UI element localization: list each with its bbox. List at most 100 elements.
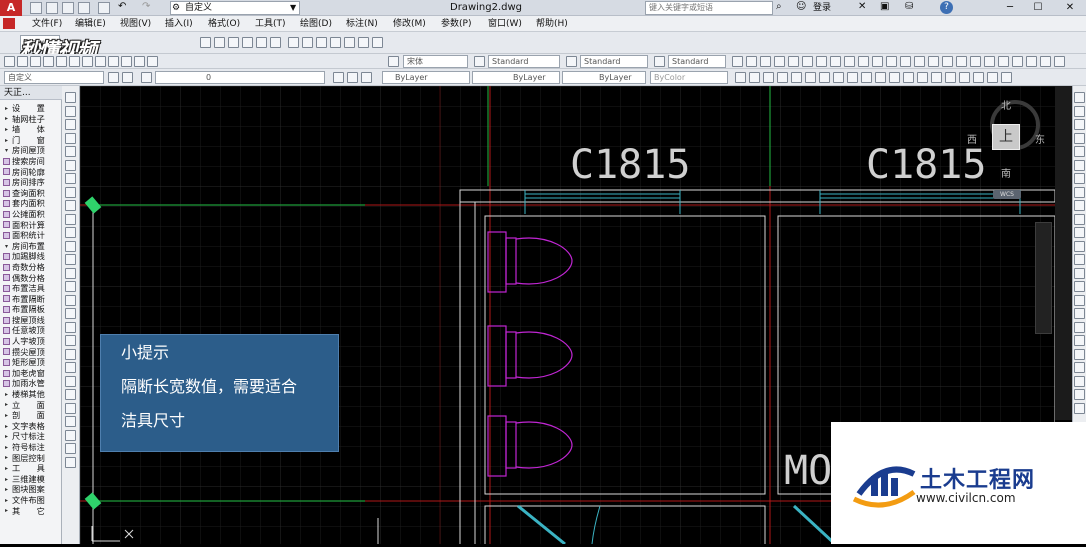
- modify-tool-icon[interactable]: [1074, 308, 1085, 319]
- dimension-tool-icon[interactable]: [900, 56, 911, 67]
- tpanel-item[interactable]: 偶数分格: [0, 273, 62, 284]
- save-icon-2[interactable]: [30, 56, 41, 67]
- sheet-set-icon[interactable]: [330, 37, 341, 48]
- tpanel-item[interactable]: ▾ 房间布置: [0, 241, 62, 252]
- tool-palettes-icon[interactable]: [316, 37, 327, 48]
- minimize-button[interactable]: ─: [996, 0, 1024, 16]
- menu-dimension[interactable]: 标注(N): [346, 16, 378, 32]
- tpanel-item[interactable]: 加雨水管: [0, 378, 62, 389]
- draw-tool-icon[interactable]: [65, 416, 76, 427]
- tpanel-item[interactable]: 人字坡顶: [0, 336, 62, 347]
- help-button[interactable]: ?: [940, 1, 953, 14]
- draw-tool-icon[interactable]: [65, 254, 76, 265]
- tpanel-item[interactable]: 公摊面积: [0, 209, 62, 220]
- menu-edit[interactable]: 编辑(E): [75, 16, 106, 32]
- tpanel-item[interactable]: ▸ 剖 面: [0, 410, 62, 421]
- menu-draw[interactable]: 绘图(D): [300, 16, 332, 32]
- tpanel-item[interactable]: 房间排序: [0, 177, 62, 188]
- view-select[interactable]: 自定义: [4, 71, 104, 84]
- tpanel-item[interactable]: 布置隔断: [0, 294, 62, 305]
- inquiry-tool-icon[interactable]: [805, 72, 816, 83]
- save-icon[interactable]: [62, 2, 74, 14]
- inquiry-tool-icon[interactable]: [959, 72, 970, 83]
- layer-icon[interactable]: [200, 37, 211, 48]
- tpanel-item[interactable]: ▸ 文件布图: [0, 495, 62, 506]
- tpanel-item[interactable]: 布置洁具: [0, 283, 62, 294]
- draw-tool-icon[interactable]: [65, 429, 76, 441]
- draw-tool-icon[interactable]: [65, 119, 76, 130]
- layer-previous-icon[interactable]: [347, 72, 358, 83]
- dimension-tool-icon[interactable]: [774, 56, 785, 67]
- draw-tool-icon[interactable]: [65, 281, 76, 292]
- font-select[interactable]: 宋体: [403, 55, 468, 68]
- dimension-tool-icon[interactable]: [816, 56, 827, 67]
- dimension-tool-icon[interactable]: [858, 56, 869, 67]
- tpanel-item[interactable]: ▸ 轴网柱子: [0, 114, 62, 125]
- text-style-icon[interactable]: [388, 56, 399, 67]
- draw-tool-icon[interactable]: [65, 308, 76, 319]
- modify-tool-icon[interactable]: [1074, 375, 1085, 387]
- tpanel-item[interactable]: 面积计算: [0, 220, 62, 231]
- tpanel-item[interactable]: ▸ 尺寸标注: [0, 431, 62, 442]
- tpanel-item[interactable]: ▾ 房间屋顶: [0, 145, 62, 156]
- dimension-tool-icon[interactable]: [1040, 56, 1051, 67]
- modify-tool-icon[interactable]: [1074, 173, 1085, 184]
- modify-tool-icon[interactable]: [1074, 200, 1085, 211]
- menu-window[interactable]: 窗口(W): [488, 16, 522, 32]
- match-properties-icon[interactable]: [121, 56, 132, 67]
- tpanel-item[interactable]: ▸ 墙 体: [0, 124, 62, 135]
- draw-tool-icon[interactable]: [65, 240, 76, 252]
- modify-tool-icon[interactable]: [1074, 321, 1085, 333]
- menu-modify[interactable]: 修改(M): [393, 16, 426, 32]
- vertical-scrollbar[interactable]: [1055, 86, 1072, 420]
- inquiry-tool-icon[interactable]: [917, 72, 928, 83]
- color-select[interactable]: ByLayer: [382, 71, 470, 84]
- cut-icon[interactable]: [82, 56, 93, 67]
- inquiry-tool-icon[interactable]: [819, 72, 830, 83]
- print-icon[interactable]: [98, 2, 110, 14]
- dimension-tool-icon[interactable]: [928, 56, 939, 67]
- quickcalc-icon[interactable]: [358, 37, 369, 48]
- modify-tool-icon[interactable]: [1074, 335, 1085, 346]
- workspace-icon[interactable]: [122, 72, 133, 83]
- table-style-select[interactable]: Standard: [668, 55, 726, 68]
- compass-west[interactable]: 西: [967, 131, 977, 146]
- dimension-tool-icon[interactable]: [830, 56, 841, 67]
- search-input[interactable]: 键入关键字或短语: [645, 1, 773, 15]
- modify-tool-icon[interactable]: [1074, 389, 1085, 400]
- tpanel-item[interactable]: ▸ 设 置: [0, 103, 62, 114]
- login-button[interactable]: 登录: [813, 0, 831, 16]
- dimension-tool-icon[interactable]: [732, 56, 743, 67]
- layer-manager-icon[interactable]: [141, 72, 152, 83]
- tpanel-item[interactable]: 任意坡顶: [0, 325, 62, 336]
- draw-tool-icon[interactable]: [65, 362, 76, 373]
- tpanel-item[interactable]: ▸ 工 具: [0, 463, 62, 474]
- redo-icon-2[interactable]: [147, 56, 158, 67]
- draw-tool-icon[interactable]: [65, 227, 76, 238]
- open-icon[interactable]: [17, 56, 28, 67]
- save-as-icon[interactable]: [78, 2, 90, 14]
- compass-north[interactable]: 北: [1001, 97, 1011, 112]
- dimension-tool-icon[interactable]: [970, 56, 981, 67]
- inquiry-tool-icon[interactable]: [889, 72, 900, 83]
- menu-help[interactable]: 帮助(H): [536, 16, 568, 32]
- document-icon[interactable]: [3, 18, 15, 29]
- table-style-icon[interactable]: [654, 56, 665, 67]
- preview-icon[interactable]: [56, 56, 67, 67]
- dimension-tool-icon[interactable]: [788, 56, 799, 67]
- navigation-bar[interactable]: [1035, 222, 1052, 334]
- draw-tool-icon[interactable]: [65, 456, 76, 468]
- draw-tool-icon[interactable]: [65, 132, 76, 144]
- linetype-select[interactable]: ByLayer: [472, 71, 560, 84]
- inquiry-tool-icon[interactable]: [833, 72, 844, 83]
- zoom-realtime-icon[interactable]: [242, 37, 253, 48]
- paste-icon[interactable]: [108, 56, 119, 67]
- layer-state-icon[interactable]: [361, 72, 372, 83]
- search-icon[interactable]: ⌕: [776, 1, 782, 12]
- cart-icon[interactable]: ▣: [880, 1, 889, 12]
- zoom-window-icon[interactable]: [256, 37, 267, 48]
- text-style-select[interactable]: Standard: [488, 55, 560, 68]
- modify-tool-icon[interactable]: [1074, 227, 1085, 238]
- modify-tool-icon[interactable]: [1074, 132, 1085, 144]
- draw-tool-icon[interactable]: [65, 375, 76, 387]
